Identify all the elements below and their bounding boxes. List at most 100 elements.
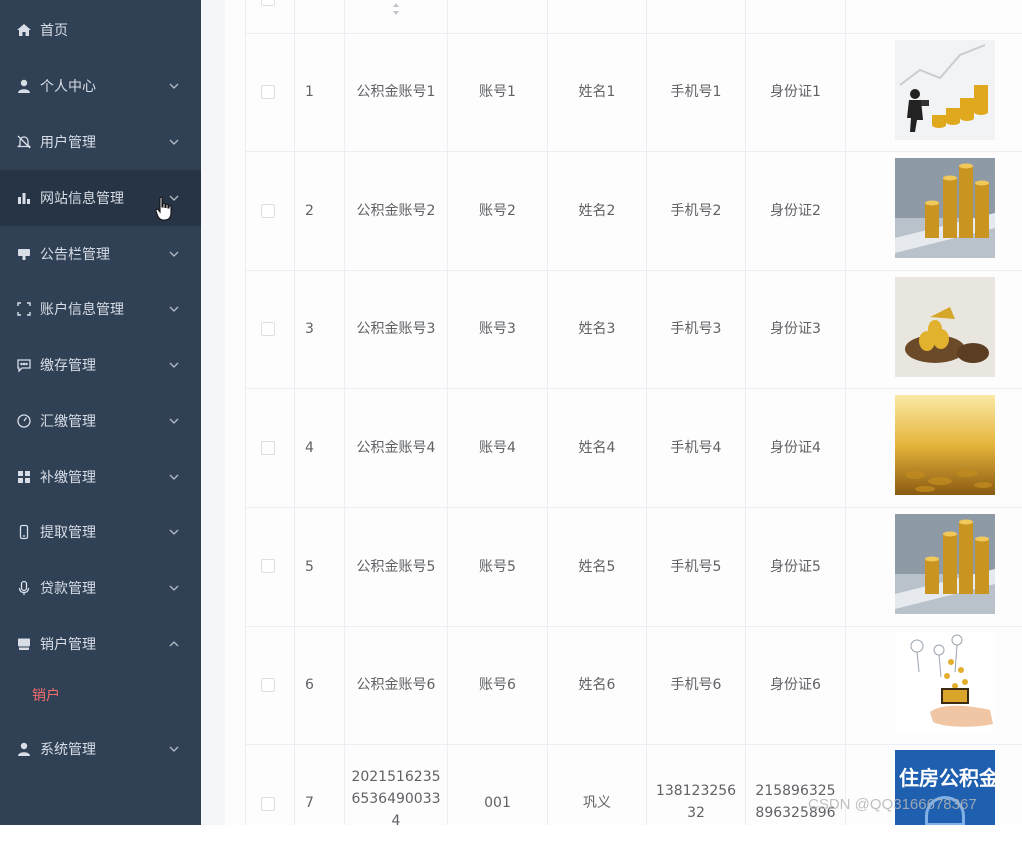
name-cell: 姓名5 — [578, 558, 616, 575]
crop-icon — [16, 301, 32, 317]
account-cell: 账号4 — [479, 439, 516, 456]
sort-icon[interactable] — [391, 2, 401, 16]
row-checkbox[interactable] — [261, 559, 275, 573]
chevron-down-icon — [168, 80, 180, 92]
select-all-checkbox[interactable] — [261, 0, 275, 6]
chevron-down-icon — [168, 303, 180, 315]
sidebar-item-withdrawal[interactable]: 提取管理 — [0, 504, 201, 560]
sidebar-item-account-info[interactable]: 账户信息管理 — [0, 281, 201, 337]
name-cell: 姓名1 — [578, 84, 616, 100]
phone-cell: 手机号4 — [670, 439, 722, 456]
chevron-down-icon — [168, 359, 180, 371]
fund-account-cell: 公积金账号4 — [356, 439, 436, 456]
row-checkbox[interactable] — [261, 797, 275, 811]
sidebar-item-label: 系统管理 — [40, 742, 96, 758]
chat-icon — [16, 357, 32, 373]
sidebar-item-account-closing[interactable]: 销户管理 — [0, 616, 201, 672]
sidebar-item-label: 汇缴管理 — [40, 414, 96, 430]
id-card-cell: 身份证5 — [770, 558, 821, 575]
row-index: 5 — [305, 558, 314, 575]
phone-cell: 手机号5 — [670, 558, 722, 575]
notice-icon — [16, 246, 32, 262]
chevron-up-icon — [168, 638, 180, 650]
chevron-down-icon — [168, 248, 180, 260]
sidebar-item-supplementary[interactable]: 补缴管理 — [0, 449, 201, 505]
sidebar-item-label: 网站信息管理 — [40, 191, 124, 207]
sidebar-item-loan[interactable]: 贷款管理 — [0, 560, 201, 616]
user-icon — [16, 78, 32, 94]
id-card-cell: 身份证3 — [770, 321, 821, 337]
gauge-icon — [16, 413, 32, 429]
row-index: 7 — [305, 795, 314, 811]
sidebar-item-remittance[interactable]: 汇缴管理 — [0, 393, 201, 449]
account-cell: 账号5 — [479, 558, 516, 575]
sidebar-subitem-account-closing[interactable]: 销户 — [0, 670, 201, 720]
phone-cell: 手机号1 — [670, 84, 722, 100]
sidebar-item-label: 公告栏管理 — [40, 247, 110, 263]
sidebar-item-label: 缴存管理 — [40, 358, 96, 374]
sidebar-item-home[interactable]: 首页 — [0, 2, 201, 58]
row-checkbox[interactable] — [261, 85, 275, 99]
hand-cursor-icon — [155, 196, 172, 221]
chevron-down-icon — [168, 743, 180, 755]
id-card-cell: 身份证1 — [770, 84, 821, 100]
sidebar-item-label: 补缴管理 — [40, 470, 96, 486]
bar-chart-icon — [16, 190, 32, 206]
phone-icon — [16, 524, 32, 540]
id-card-cell: 身份证4 — [770, 439, 821, 456]
sidebar-item-label: 提取管理 — [40, 525, 96, 541]
gold-nest-image — [895, 277, 995, 377]
sidebar-item-personal-center[interactable]: 个人中心 — [0, 58, 201, 114]
row-checkbox[interactable] — [261, 204, 275, 218]
sidebar-item-bulletin[interactable]: 公告栏管理 — [0, 226, 201, 282]
name-cell: 巩义 — [583, 795, 611, 811]
chevron-down-icon — [168, 582, 180, 594]
fund-account-cell: 公积金账号2 — [356, 202, 436, 219]
sidebar-item-label: 贷款管理 — [40, 581, 96, 597]
sidebar-item-label: 用户管理 — [40, 135, 96, 151]
bell-off-icon — [16, 134, 32, 150]
name-cell: 姓名4 — [578, 439, 616, 456]
hand-coins-image — [895, 632, 995, 732]
gold-coins-pile-image — [895, 395, 995, 495]
sidebar: 首页 个人中心 用户管理 网站信息管理 公告栏管理 账户信息管理 缴存管理 汇缴… — [0, 0, 201, 825]
sidebar-item-user-management[interactable]: 用户管理 — [0, 114, 201, 170]
housing-fund-logo-image: 住房公积金 — [895, 750, 995, 825]
sidebar-item-system[interactable]: 系统管理 — [0, 721, 201, 777]
account-cell: 账号1 — [479, 84, 516, 100]
row-checkbox[interactable] — [261, 322, 275, 336]
coin-stacks-image — [895, 158, 995, 258]
phone-cell: 手机号3 — [670, 321, 722, 337]
sidebar-item-label: 账户信息管理 — [40, 302, 124, 318]
sidebar-item-label: 首页 — [40, 23, 68, 39]
row-checkbox[interactable] — [261, 678, 275, 692]
fund-account-cell: 公积金账号1 — [356, 84, 436, 100]
phone-cell: 手机号2 — [670, 202, 722, 219]
name-cell: 姓名3 — [578, 321, 616, 337]
sidebar-item-deposit[interactable]: 缴存管理 — [0, 337, 201, 393]
fund-account-cell: 公积金账号6 — [356, 677, 436, 693]
monitor-icon — [16, 636, 32, 652]
account-cell: 账号3 — [479, 321, 516, 337]
user-icon — [16, 741, 32, 757]
row-index: 1 — [305, 84, 314, 100]
chevron-down-icon — [168, 526, 180, 538]
chevron-down-icon — [168, 471, 180, 483]
mic-icon — [16, 580, 32, 596]
row-index: 6 — [305, 677, 314, 693]
account-cell: 001 — [484, 795, 511, 811]
grid-icon — [16, 469, 32, 485]
chevron-down-icon — [168, 415, 180, 427]
id-card-cell: 身份证2 — [770, 202, 821, 219]
home-icon — [16, 22, 32, 38]
sidebar-subitem-label: 销户 — [32, 688, 60, 704]
coin-stacks-image — [895, 514, 995, 614]
row-index: 3 — [305, 321, 314, 337]
fund-account-cell: 公积金账号5 — [356, 558, 436, 575]
name-cell: 姓名6 — [578, 677, 616, 693]
row-index: 4 — [305, 439, 314, 456]
fund-account-cell: 20215162356536490033 4 — [351, 769, 441, 829]
phone-cell: 138123256 32 — [655, 783, 737, 821]
row-checkbox[interactable] — [261, 441, 275, 455]
id-card-cell: 身份证6 — [770, 677, 821, 693]
